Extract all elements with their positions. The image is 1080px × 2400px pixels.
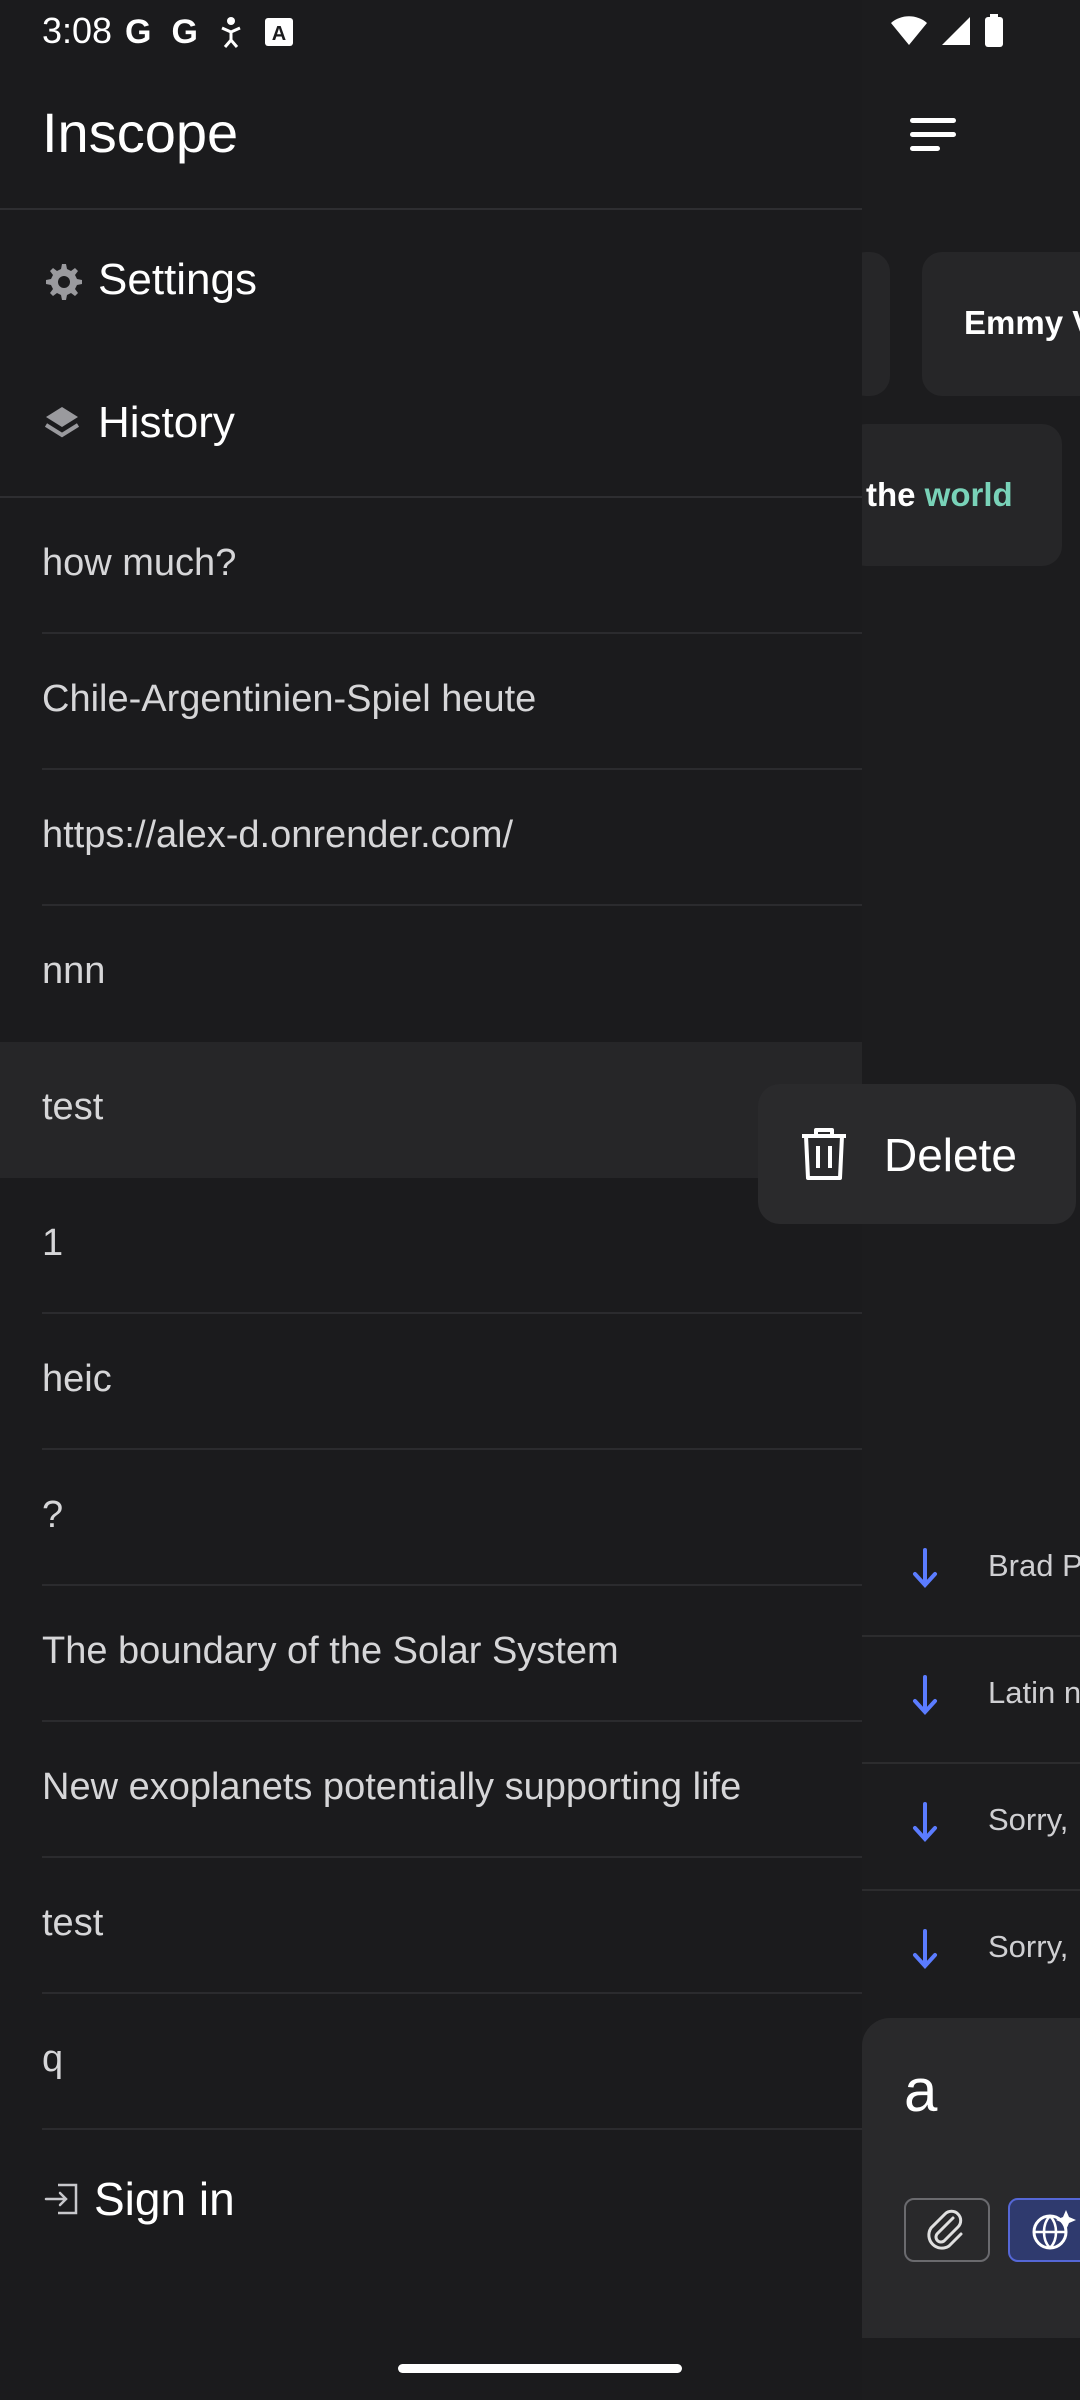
history-entry-selected[interactable]: test (0, 1042, 862, 1178)
accessibility-icon (221, 17, 241, 48)
history-list: how much? Chile-Argentinien-Spiel heute … (0, 498, 862, 2130)
history-entry[interactable]: nnn (0, 906, 862, 1042)
svg-text:A: A (272, 23, 286, 45)
history-entry-label: q (42, 2038, 64, 2080)
history-entry-label: 1 (42, 1222, 64, 1264)
arrow-down-icon (913, 1675, 937, 1715)
gear-icon (46, 264, 82, 300)
navigation-drawer: 3:08 G G A Inscope Settings History how … (0, 0, 862, 2400)
result-row[interactable]: Sorry, (860, 1762, 1080, 1891)
wifi-icon (891, 16, 927, 45)
home-indicator[interactable] (398, 2364, 682, 2373)
trash-icon (802, 1128, 846, 1180)
card-title: the world (866, 476, 1013, 513)
history-entry[interactable]: q (0, 1994, 862, 2130)
signal-icon (942, 17, 970, 45)
settings-item[interactable]: Settings (42, 255, 257, 305)
history-entry-label: ? (42, 1494, 64, 1536)
result-row[interactable]: Latin n (860, 1635, 1080, 1764)
arrow-down-icon (913, 1929, 937, 1969)
menu-icon[interactable] (910, 118, 958, 154)
battery-icon (985, 14, 1003, 47)
login-icon (44, 2183, 78, 2215)
history-entry-label: how much? (42, 542, 237, 584)
settings-label: Settings (98, 255, 257, 304)
result-text: Sorry, (988, 1802, 1069, 1837)
arrow-down-icon (913, 1548, 937, 1588)
composer-input[interactable]: a (904, 2056, 937, 2125)
status-left-icons: G G A (125, 12, 294, 52)
divider (0, 208, 862, 210)
paperclip-icon (927, 2209, 963, 2250)
card-title: Emmy V (964, 304, 1080, 341)
history-entry[interactable]: Chile-Argentinien-Spiel heute (0, 634, 862, 770)
history-entry-label: nnn (42, 950, 106, 992)
history-entry-label: Chile-Argentinien-Spiel heute (42, 678, 537, 720)
history-entry[interactable]: https://alex-d.onrender.com/ (0, 770, 862, 906)
history-entry-label: New exoplanets potentially supporting li… (42, 1766, 742, 1808)
result-row[interactable]: Sorry, (860, 1889, 1080, 2016)
app-title: Inscope (42, 101, 239, 164)
delete-button[interactable]: Delete (884, 1128, 1017, 1182)
history-entry[interactable]: ? (0, 1450, 862, 1586)
status-right-icons (890, 14, 1004, 48)
history-item[interactable]: History (42, 398, 235, 448)
history-entry-label: test (42, 1086, 104, 1128)
suggestion-card-world[interactable]: the world (846, 424, 1062, 566)
sign-in-item[interactable]: Sign in (42, 2172, 235, 2226)
history-entry[interactable]: test (0, 1858, 862, 1994)
history-entry-label: heic (42, 1358, 112, 1400)
history-entry-label: test (42, 1902, 104, 1944)
history-entry-label: The boundary of the Solar System (42, 1630, 619, 1672)
suggestion-card-emmy[interactable]: Emmy V (922, 252, 1080, 396)
context-menu: Delete (758, 1084, 1076, 1224)
google-icon: G (125, 12, 152, 51)
attach-button[interactable] (904, 2198, 990, 2262)
history-entry[interactable]: heic (0, 1314, 862, 1450)
globe-sparkle-icon (1032, 2210, 1076, 2250)
history-entry[interactable]: 1 (0, 1178, 862, 1314)
layers-icon (44, 407, 80, 438)
history-label: History (98, 398, 235, 447)
status-time: 3:08 (42, 10, 113, 51)
history-entry[interactable]: New exoplanets potentially supporting li… (0, 1722, 862, 1858)
history-entry[interactable]: The boundary of the Solar System (0, 1586, 862, 1722)
history-entry-label: https://alex-d.onrender.com/ (42, 814, 514, 856)
web-search-toggle[interactable] (1008, 2198, 1080, 2262)
sign-in-label: Sign in (94, 2173, 235, 2225)
result-row[interactable]: Brad P (860, 1508, 1080, 1637)
result-text: Brad P (988, 1548, 1080, 1583)
result-text: Latin n (988, 1675, 1080, 1710)
history-entry[interactable]: how much? (0, 498, 862, 634)
arrow-down-icon (913, 1802, 937, 1842)
result-text: Sorry, (988, 1929, 1069, 1964)
message-composer[interactable]: a (862, 2018, 1080, 2338)
google-icon: G (171, 12, 198, 51)
keyboard-icon: A (264, 18, 293, 46)
